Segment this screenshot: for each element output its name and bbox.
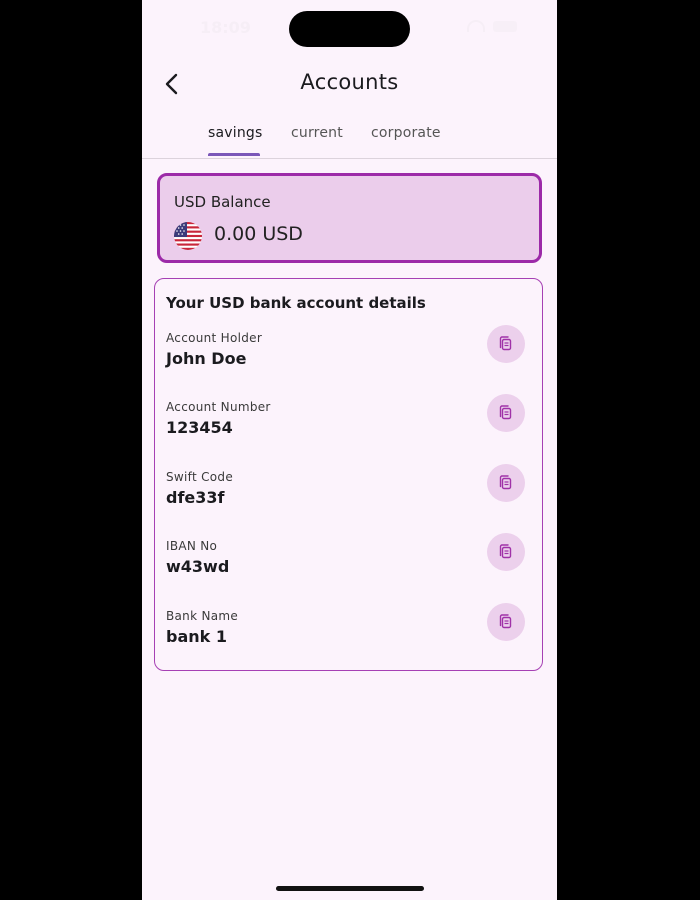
tab-current[interactable]: current xyxy=(291,125,343,141)
detail-value: John Doe xyxy=(166,349,247,368)
wifi-icon xyxy=(467,20,485,32)
detail-label: Bank Name xyxy=(166,609,239,623)
status-time: 18:09 xyxy=(200,18,251,37)
detail-label: Swift Code xyxy=(166,470,234,484)
copy-bank-name-button[interactable] xyxy=(487,603,525,641)
us-flag-icon xyxy=(174,222,202,250)
copy-icon xyxy=(499,336,512,351)
copy-icon xyxy=(499,475,512,490)
copy-icon xyxy=(499,544,512,559)
details-title: Your USD bank account details xyxy=(166,294,426,312)
copy-swift-code-button[interactable] xyxy=(487,464,525,502)
copy-icon xyxy=(499,614,512,629)
header: Accounts xyxy=(142,62,557,106)
bank-details-card: Your USD bank account details Account Ho… xyxy=(154,278,543,671)
balance-value: 0.00 USD xyxy=(214,223,303,245)
status-bar: 18:09 xyxy=(142,0,557,50)
detail-value: 123454 xyxy=(166,418,233,437)
home-indicator[interactable] xyxy=(276,886,424,891)
detail-value: dfe33f xyxy=(166,488,225,507)
battery-icon xyxy=(493,20,517,32)
tab-savings[interactable]: savings xyxy=(208,125,263,141)
tab-indicator xyxy=(208,153,260,156)
copy-account-holder-button[interactable] xyxy=(487,325,525,363)
balance-card: USD Balance 0.00 USD xyxy=(157,173,542,263)
copy-icon xyxy=(499,405,512,420)
detail-row-bank-name: Bank Name bank 1 xyxy=(166,603,531,657)
detail-value: bank 1 xyxy=(166,627,227,646)
detail-row-account-holder: Account Holder John Doe xyxy=(166,325,531,379)
phone-screen: 18:09 Accounts savings current corporate… xyxy=(142,0,557,900)
detail-label: Account Holder xyxy=(166,331,263,345)
detail-label: IBAN No xyxy=(166,539,218,553)
tab-corporate[interactable]: corporate xyxy=(371,125,441,141)
account-tabs: savings current corporate xyxy=(142,118,557,159)
dynamic-island xyxy=(289,11,410,47)
page-title: Accounts xyxy=(300,70,399,94)
status-icons xyxy=(467,20,517,32)
balance-label: USD Balance xyxy=(174,193,271,211)
copy-account-number-button[interactable] xyxy=(487,394,525,432)
detail-value: w43wd xyxy=(166,557,230,576)
copy-iban-button[interactable] xyxy=(487,533,525,571)
detail-row-swift-code: Swift Code dfe33f xyxy=(166,464,531,518)
detail-label: Account Number xyxy=(166,400,271,414)
detail-row-account-number: Account Number 123454 xyxy=(166,394,531,448)
detail-row-iban: IBAN No w43wd xyxy=(166,533,531,587)
